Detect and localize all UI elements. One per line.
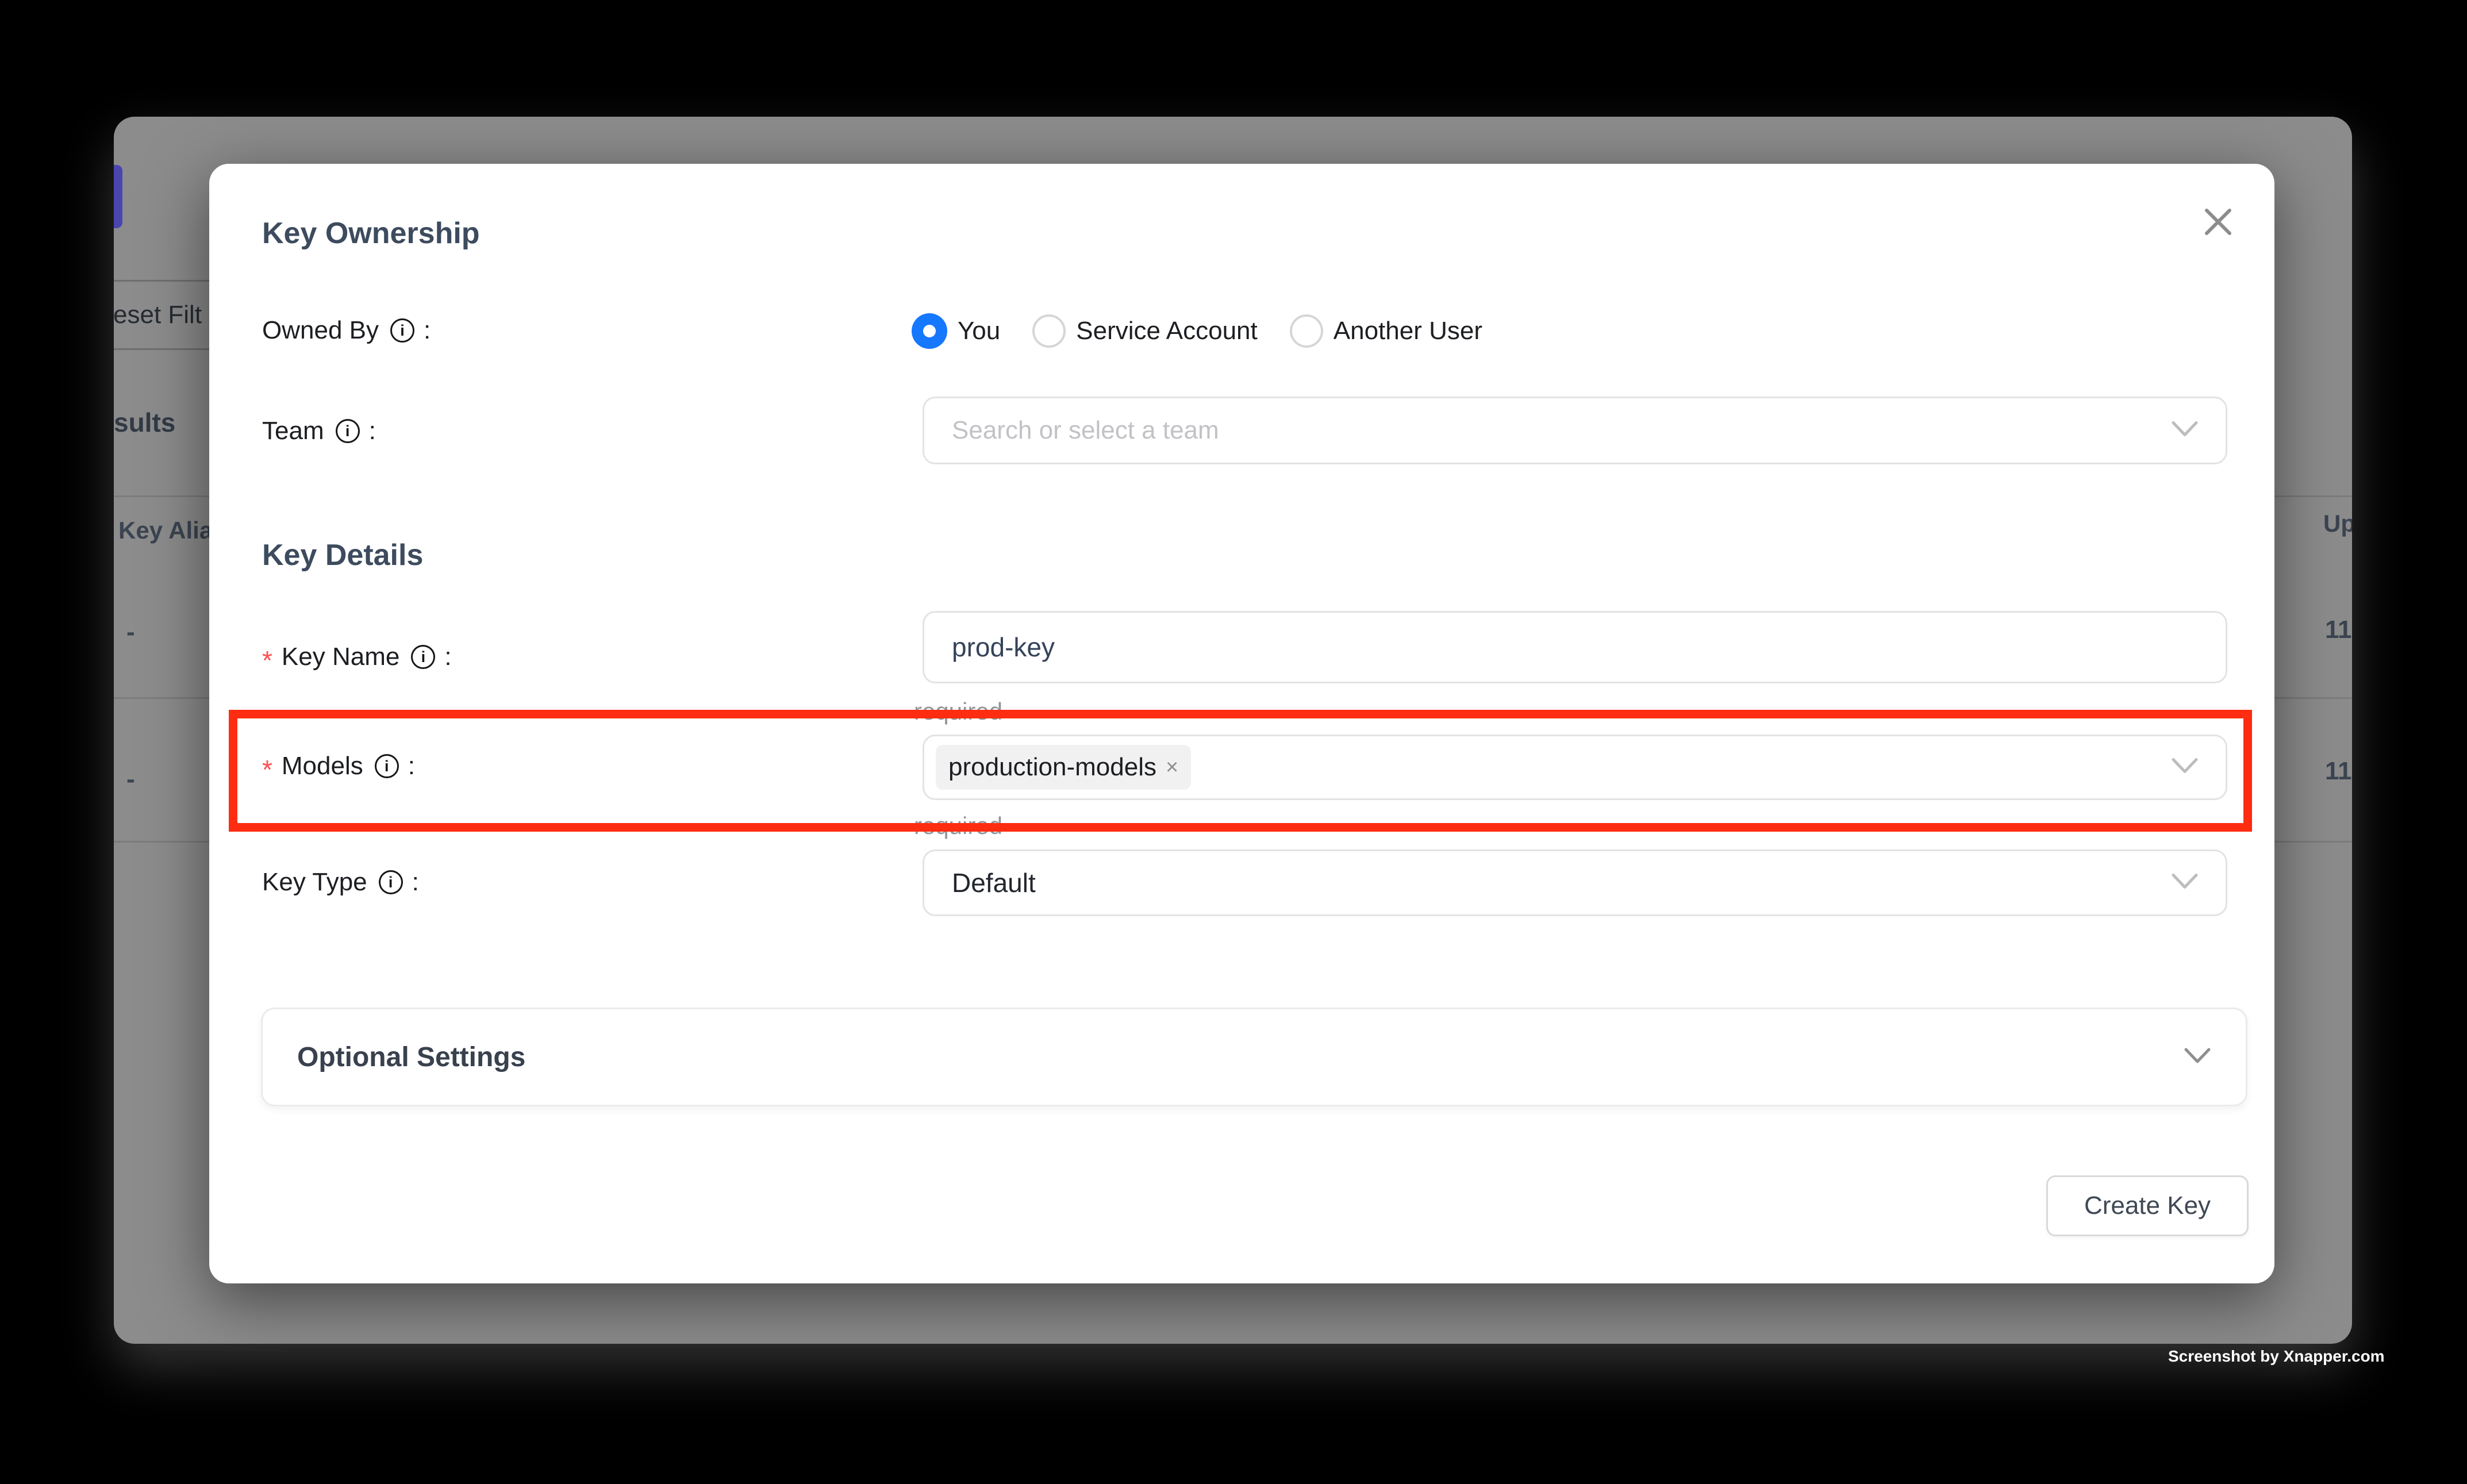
optional-settings-toggle[interactable]: Optional Settings (261, 1008, 2247, 1106)
column-header-key-alias: Key Alia (118, 517, 213, 544)
chevron-down-icon (2184, 1047, 2211, 1067)
create-key-modal: Key Ownership Owned By i : You Service A… (209, 164, 2274, 1283)
table-cell-updated: 11/ (2325, 616, 2352, 644)
key-name-value: prod-key (924, 632, 1055, 663)
reset-filters-label-fragment: eset Filt (114, 301, 202, 329)
radio-option-service-account[interactable]: Service Account (1032, 314, 1258, 348)
radio-option-another-user[interactable]: Another User (1290, 314, 1482, 348)
table-cell-alias: - (126, 765, 135, 794)
chevron-down-icon (2172, 874, 2198, 893)
owned-by-radio-group: You Service Account Another User (912, 313, 1515, 349)
selected-model-tag: production-models × (936, 745, 1191, 790)
optional-settings-label: Optional Settings (297, 1041, 525, 1073)
label-colon: : (408, 752, 415, 781)
radio-label: You (958, 317, 1000, 345)
team-label: Team (262, 417, 324, 445)
required-asterisk: * (262, 647, 272, 674)
close-icon (2203, 207, 2233, 237)
create-key-button-fragment (114, 165, 122, 228)
label-colon: : (444, 643, 451, 671)
key-type-value: Default (924, 867, 1036, 898)
models-multiselect[interactable]: production-models × (923, 735, 2227, 800)
selected-model-tag-label: production-models (948, 753, 1156, 782)
xnapper-watermark: Screenshot by Xnapper.com (2168, 1347, 2385, 1366)
results-count-fragment: sults (114, 407, 175, 438)
info-icon: i (375, 754, 399, 778)
info-icon: i (411, 645, 435, 669)
team-select-placeholder: Search or select a team (924, 416, 1219, 445)
create-key-button-label: Create Key (2084, 1191, 2211, 1220)
table-cell-alias: - (126, 618, 135, 647)
owned-by-label-row: Owned By i : (262, 313, 431, 348)
section-title-key-ownership: Key Ownership (262, 216, 480, 251)
remove-tag-icon[interactable]: × (1166, 756, 1178, 778)
label-colon: : (424, 316, 431, 345)
radio-label: Another User (1334, 317, 1482, 345)
models-label-row: * Models i : (262, 748, 415, 784)
label-colon: : (412, 868, 419, 897)
radio-option-you[interactable]: You (912, 313, 1000, 349)
radio-unselected-icon (1032, 314, 1066, 348)
column-header-updated: Up (2323, 510, 2352, 537)
screenshot-frame: eset Filt sults Key Alia Up - - 11/ 11/ … (0, 0, 2467, 1484)
models-label: Models (282, 752, 363, 781)
create-key-button[interactable]: Create Key (2046, 1175, 2249, 1236)
key-name-input[interactable]: prod-key (923, 611, 2227, 683)
radio-unselected-icon (1290, 314, 1323, 348)
key-name-label: Key Name (282, 643, 399, 671)
section-title-key-details: Key Details (262, 537, 423, 573)
radio-selected-icon (912, 313, 947, 349)
chevron-down-icon (2172, 758, 2198, 777)
key-type-label-row: Key Type i : (262, 864, 419, 900)
team-select[interactable]: Search or select a team (923, 397, 2227, 464)
team-label-row: Team i : (262, 413, 376, 449)
radio-label: Service Account (1076, 317, 1258, 345)
models-validation-message: required (914, 812, 1002, 840)
info-icon: i (379, 870, 403, 894)
key-name-label-row: * Key Name i : (262, 639, 452, 675)
info-icon: i (336, 419, 360, 443)
required-asterisk: * (262, 756, 272, 783)
chevron-down-icon (2172, 421, 2198, 440)
key-name-validation-message: required (914, 698, 1002, 725)
owned-by-label: Owned By (262, 316, 379, 345)
key-type-label: Key Type (262, 868, 367, 897)
info-icon: i (390, 318, 414, 343)
close-button[interactable] (2197, 201, 2239, 243)
key-type-select[interactable]: Default (923, 849, 2227, 916)
label-colon: : (369, 417, 376, 445)
table-cell-updated: 11/ (2325, 757, 2352, 786)
